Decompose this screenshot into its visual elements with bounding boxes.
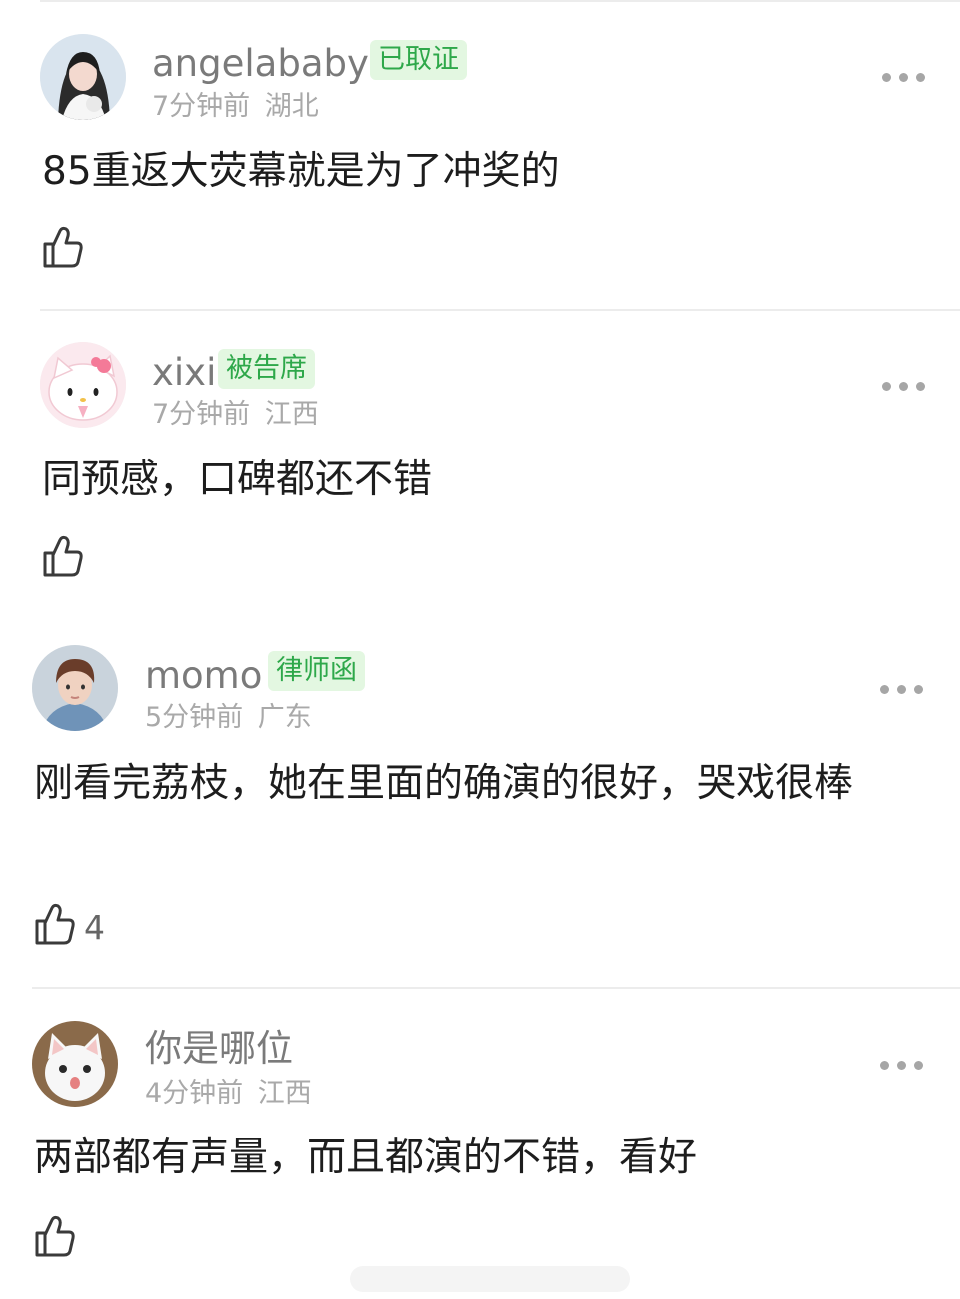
username[interactable]: 你是哪位 <box>145 1030 293 1067</box>
comment-item: xixi 被告席 7分钟前 江西 同预感，口碑都还不错 <box>0 310 960 610</box>
comment-location: 江西 <box>264 399 319 430</box>
comment-meta: 7分钟前 湖北 <box>152 93 319 120</box>
comment-location: 湖北 <box>264 91 319 122</box>
more-dots-icon[interactable] <box>882 379 926 393</box>
comment-location: 江西 <box>257 1078 312 1109</box>
comment-time: 7分钟前 <box>152 91 251 122</box>
comment-text: 刚看完荔枝，她在里面的确演的很好，哭戏很棒 <box>34 761 854 806</box>
white-cat-avatar-icon <box>32 1021 118 1107</box>
comment-location: 广东 <box>257 702 312 733</box>
username[interactable]: momo <box>145 657 262 694</box>
boy-portrait-avatar-icon <box>32 645 118 731</box>
comment-text: 两部都有声量，而且都演的不错，看好 <box>34 1135 698 1180</box>
username[interactable]: angelababy <box>152 45 369 82</box>
comment-time: 5分钟前 <box>145 702 244 733</box>
avatar[interactable] <box>40 342 126 428</box>
more-dots-icon[interactable] <box>880 682 924 696</box>
avatar[interactable] <box>32 645 118 731</box>
girl-portrait-avatar-icon <box>40 34 126 120</box>
like-button[interactable] <box>42 534 162 582</box>
comment-meta: 7分钟前 江西 <box>152 401 319 428</box>
comment-time: 7分钟前 <box>152 399 251 430</box>
comment-item: 你是哪位 4分钟前 江西 两部都有声量，而且都演的不错，看好 <box>0 988 960 1299</box>
thumbs-up-icon <box>35 1215 75 1257</box>
avatar[interactable] <box>40 34 126 120</box>
watermark <box>350 1266 630 1292</box>
like-button[interactable] <box>34 1214 154 1262</box>
comment-item: momo 律师函 5分钟前 广东 刚看完荔枝，她在里面的确演的很好，哭戏很棒 4 <box>0 610 960 988</box>
comment-meta: 5分钟前 广东 <box>145 704 312 731</box>
thumbs-up-icon <box>43 226 83 268</box>
hello-kitty-avatar-icon <box>40 342 126 428</box>
comment-meta: 4分钟前 江西 <box>145 1080 312 1107</box>
user-badge: 律师函 <box>268 651 365 691</box>
avatar[interactable] <box>32 1021 118 1107</box>
thumbs-up-icon <box>43 535 83 577</box>
thumbs-up-icon <box>35 903 75 945</box>
more-dots-icon[interactable] <box>882 70 926 84</box>
like-button[interactable]: 4 <box>34 902 154 950</box>
comment-text: 同预感，口碑都还不错 <box>42 457 433 502</box>
like-button[interactable] <box>42 225 162 273</box>
user-badge: 已取证 <box>370 40 467 80</box>
username[interactable]: xixi <box>152 354 216 391</box>
more-dots-icon[interactable] <box>880 1058 924 1072</box>
like-count: 4 <box>84 908 105 947</box>
comment-item: angelababy 已取证 7分钟前 湖北 85重返大荧幕就是为了冲奖的 <box>0 0 960 310</box>
comment-time: 4分钟前 <box>145 1078 244 1109</box>
user-badge: 被告席 <box>218 349 315 389</box>
comment-text: 85重返大荧幕就是为了冲奖的 <box>42 149 560 194</box>
